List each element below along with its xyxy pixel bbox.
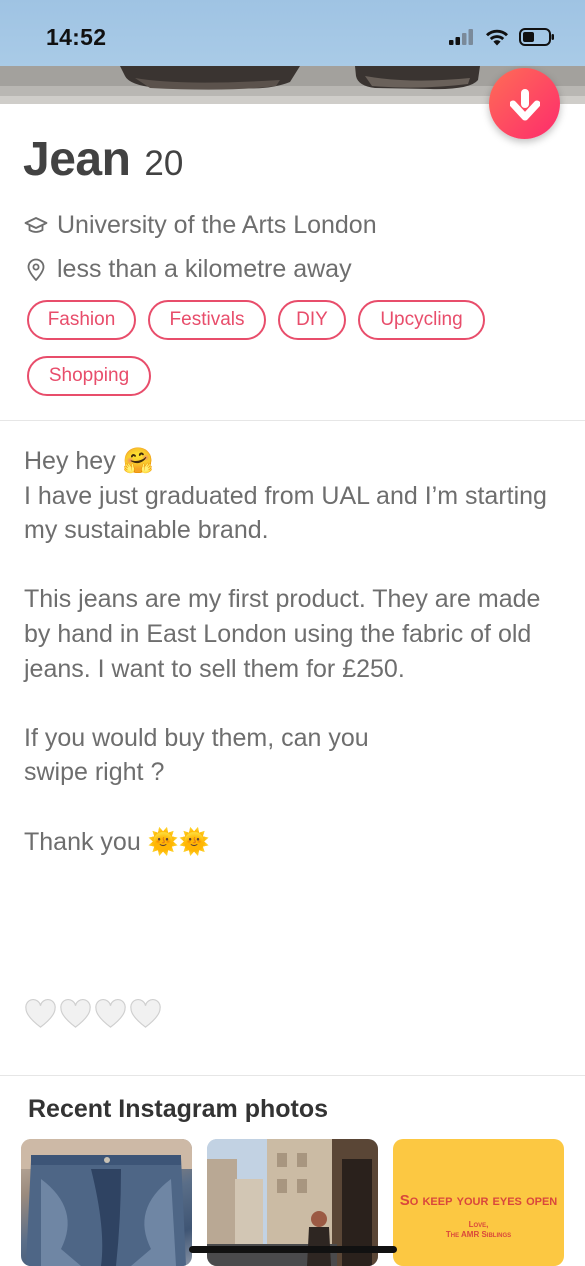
location-pin-icon bbox=[24, 258, 48, 282]
distance-text: less than a kilometre away bbox=[57, 255, 352, 283]
divider bbox=[0, 1075, 585, 1076]
interest-tag: Shopping bbox=[27, 356, 151, 396]
bio-line: swipe right ? bbox=[24, 758, 165, 787]
instagram-photo-caption: The AMR Siblings bbox=[445, 1230, 512, 1239]
school-text: University of the Arts London bbox=[57, 211, 377, 239]
status-icons bbox=[449, 26, 555, 48]
instagram-section-title: Recent Instagram photos bbox=[28, 1095, 329, 1123]
instagram-photo[interactable]: So keep your eyes open Love, The AMR Sib… bbox=[393, 1139, 564, 1266]
school-row: University of the Arts London bbox=[24, 211, 377, 240]
interest-tag: Upcycling bbox=[358, 300, 485, 340]
collapse-profile-button[interactable] bbox=[489, 68, 560, 139]
instagram-photo[interactable] bbox=[21, 1139, 192, 1266]
bio-line: If you would buy them, can you bbox=[24, 723, 369, 752]
profile-name-row: Jean 20 bbox=[23, 132, 183, 187]
hearts-row bbox=[24, 998, 162, 1031]
interest-tag: Festivals bbox=[148, 300, 266, 340]
interest-tag: DIY bbox=[278, 300, 346, 340]
graduation-cap-icon bbox=[24, 214, 48, 238]
profile-name: Jean bbox=[23, 133, 131, 186]
home-indicator[interactable] bbox=[189, 1246, 397, 1253]
bio-paragraph: This jeans are my first product. They ar… bbox=[24, 585, 541, 683]
interest-tag: Fashion bbox=[27, 300, 136, 340]
instagram-photo-caption: Love, bbox=[468, 1220, 489, 1229]
status-bar: 14:52 bbox=[0, 0, 585, 66]
white-heart-icon bbox=[60, 999, 91, 1028]
bio-greeting: Hey hey 🤗 bbox=[24, 447, 154, 475]
battery-icon bbox=[519, 28, 554, 46]
bio-line: I have just graduated from UAL and I’m s… bbox=[24, 481, 547, 545]
arrow-down-icon bbox=[509, 88, 540, 120]
white-heart-icon bbox=[95, 999, 126, 1028]
wifi-icon bbox=[486, 29, 508, 46]
status-time: 14:52 bbox=[46, 24, 107, 50]
profile-bio: Hey hey 🤗 I have just graduated from UAL… bbox=[24, 444, 564, 859]
distance-row: less than a kilometre away bbox=[24, 255, 352, 284]
divider bbox=[0, 420, 585, 421]
profile-age: 20 bbox=[144, 144, 184, 183]
white-heart-icon bbox=[25, 999, 56, 1028]
bio-thanks: Thank you 🌞🌞 bbox=[24, 827, 210, 856]
white-heart-icon bbox=[130, 999, 161, 1028]
cellular-signal-icon bbox=[449, 29, 473, 45]
instagram-photo-text: So keep your eyes open bbox=[399, 1192, 558, 1209]
